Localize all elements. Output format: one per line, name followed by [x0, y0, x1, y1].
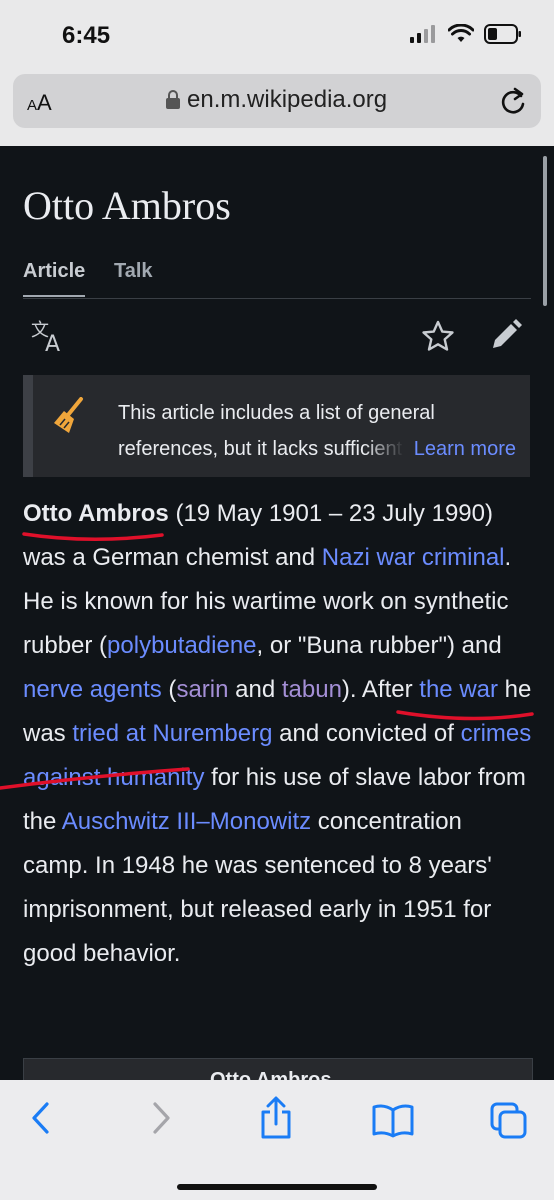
battery-icon: [484, 24, 521, 44]
forward-icon: [153, 1102, 170, 1134]
reload-icon[interactable]: [499, 86, 527, 116]
address-bar[interactable]: AA en.m.wikipedia.org: [13, 74, 541, 128]
lock-icon: [166, 90, 180, 109]
status-icons: [410, 24, 522, 44]
red-strike-nuremberg: [0, 767, 190, 790]
status-time: 6:45: [62, 22, 111, 49]
url-text: en.m.wikipedia.org: [187, 86, 388, 113]
back-icon[interactable]: [28, 1100, 54, 1136]
home-indicator[interactable]: [177, 1184, 377, 1190]
text-size-button[interactable]: AA: [27, 90, 52, 116]
url-display[interactable]: en.m.wikipedia.org: [165, 86, 387, 114]
bottom-toolbar: [0, 1080, 554, 1200]
tabs-icon[interactable]: [490, 1102, 528, 1140]
cellular-signal-icon: [410, 25, 435, 43]
share-icon[interactable]: [258, 1096, 294, 1140]
status-bar: 6:45: [0, 0, 554, 66]
wifi-icon: [448, 24, 474, 42]
red-underline-nerve-agents: [396, 710, 534, 721]
red-underline-name: [22, 532, 164, 541]
bookmarks-icon[interactable]: [372, 1104, 414, 1138]
red-underline-annotations: [0, 532, 534, 790]
webpage: Otto Ambros Article Talk 文 A This articl…: [0, 146, 554, 1080]
